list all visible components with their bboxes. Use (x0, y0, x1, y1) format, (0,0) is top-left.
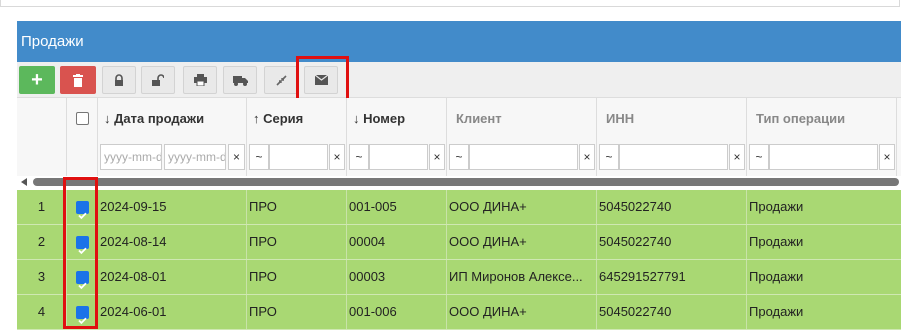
table-row[interactable]: 4 2024-06-01 ПРО 001-006 ООО ДИНА+ 50450… (17, 295, 901, 330)
print-button[interactable] (183, 66, 217, 94)
unlock-button[interactable] (141, 66, 175, 94)
top-panel-edge (0, 0, 900, 7)
cell-number: 001-006 (347, 295, 447, 329)
filter-inn: ~ × (597, 139, 747, 176)
plus-icon: + (31, 68, 43, 91)
collapse-icon (275, 74, 287, 86)
scrollbar-thumb[interactable] (33, 178, 899, 186)
select-all-checkbox[interactable] (76, 112, 89, 125)
series-filter-input[interactable] (269, 144, 328, 170)
lock-button[interactable] (102, 66, 136, 94)
optype-filter-input[interactable] (769, 144, 878, 170)
cell-series: ПРО (247, 295, 347, 329)
cell-series: ПРО (247, 225, 347, 259)
sort-down-icon: ↓ (104, 111, 111, 126)
panel-title: Продажи (17, 21, 901, 62)
cell-inn: 645291527791 (597, 260, 747, 294)
sort-down-icon: ↓ (353, 111, 360, 126)
filter-rownum (17, 139, 67, 176)
cell-date: 2024-09-15 (98, 190, 247, 224)
scroll-left-icon[interactable] (21, 178, 27, 186)
inn-clear-button[interactable]: × (729, 144, 745, 170)
date-to-input[interactable]: yyyy-mm-dd (164, 144, 226, 170)
filter-series: ~ × (247, 139, 347, 176)
compress-button[interactable] (264, 66, 298, 94)
cell-client: ООО ДИНА+ (447, 225, 597, 259)
cell-client: ООО ДИНА+ (447, 295, 597, 329)
client-filter-input[interactable] (469, 144, 578, 170)
cell-date: 2024-06-01 (98, 295, 247, 329)
table-row[interactable]: 2 2024-08-14 ПРО 00004 ООО ДИНА+ 5045022… (17, 225, 901, 260)
filter-optype: ~ × (747, 139, 897, 176)
number-filter-input[interactable] (369, 144, 428, 170)
row-number: 1 (17, 190, 67, 224)
filter-select (67, 139, 98, 176)
cell-series: ПРО (247, 190, 347, 224)
inn-operator[interactable]: ~ (599, 144, 619, 170)
cell-number: 00004 (347, 225, 447, 259)
cell-optype: Продажи (749, 234, 804, 249)
horizontal-scrollbar[interactable] (17, 176, 901, 188)
unlock-icon (152, 74, 164, 86)
delete-button[interactable] (60, 66, 96, 94)
filter-number: ~ × (347, 139, 447, 176)
header-overflow (897, 98, 901, 139)
client-operator[interactable]: ~ (449, 144, 469, 170)
sort-up-icon: ↑ (253, 111, 260, 126)
cell-date: 2024-08-14 (98, 225, 247, 259)
cell-client: ИП Миронов Алексе... (447, 260, 597, 294)
row-number: 4 (17, 295, 67, 329)
table-row[interactable]: 3 2024-08-01 ПРО 00003 ИП Миронов Алексе… (17, 260, 901, 295)
row-number: 2 (17, 225, 67, 259)
header-select-all[interactable] (67, 98, 98, 139)
lock-icon (115, 74, 123, 86)
header-date[interactable]: ↓ Дата продажи (98, 98, 247, 139)
filter-client: ~ × (447, 139, 597, 176)
email-button-highlight (296, 56, 349, 102)
number-clear-button[interactable]: × (429, 144, 445, 170)
date-clear-button[interactable]: × (228, 144, 245, 170)
table-row[interactable]: 1 2024-09-15 ПРО 001-005 ООО ДИНА+ 50450… (17, 190, 901, 225)
header-optype[interactable]: Тип операции (747, 98, 897, 139)
optype-operator[interactable]: ~ (749, 144, 769, 170)
number-operator[interactable]: ~ (349, 144, 369, 170)
cell-series: ПРО (247, 260, 347, 294)
truck-icon (232, 75, 248, 86)
cell-client: ООО ДИНА+ (447, 190, 597, 224)
cell-optype: Продажи (749, 269, 804, 284)
header-series[interactable]: ↑ Серия (247, 98, 347, 139)
row-number: 3 (17, 260, 67, 294)
cell-optype: Продажи (749, 304, 804, 319)
sales-grid: ↓ Дата продажи ↑ Серия ↓ Номер Клиент ИН… (17, 98, 901, 176)
filter-overflow (897, 139, 901, 176)
cell-optype: Продажи (749, 199, 804, 214)
checkbox-column-highlight (63, 177, 98, 329)
cell-inn: 5045022740 (597, 295, 747, 329)
optype-clear-button[interactable]: × (879, 144, 895, 170)
series-operator[interactable]: ~ (249, 144, 269, 170)
header-inn[interactable]: ИНН (597, 98, 747, 139)
trash-icon (73, 73, 83, 87)
toolbar: + (17, 62, 901, 98)
delivery-button[interactable] (223, 66, 257, 94)
cell-number: 001-005 (347, 190, 447, 224)
header-rownum (17, 98, 67, 139)
cell-number: 00003 (347, 260, 447, 294)
filter-date: yyyy-mm-dd yyyy-mm-dd × (98, 139, 247, 176)
cell-inn: 5045022740 (597, 225, 747, 259)
cell-inn: 5045022740 (597, 190, 747, 224)
inn-filter-input[interactable] (619, 144, 728, 170)
print-icon (193, 74, 207, 86)
header-number[interactable]: ↓ Номер (347, 98, 447, 139)
date-from-input[interactable]: yyyy-mm-dd (100, 144, 162, 170)
add-button[interactable]: + (19, 66, 55, 94)
header-client[interactable]: Клиент (447, 98, 597, 139)
series-clear-button[interactable]: × (329, 144, 345, 170)
client-clear-button[interactable]: × (579, 144, 595, 170)
cell-date: 2024-08-01 (98, 260, 247, 294)
